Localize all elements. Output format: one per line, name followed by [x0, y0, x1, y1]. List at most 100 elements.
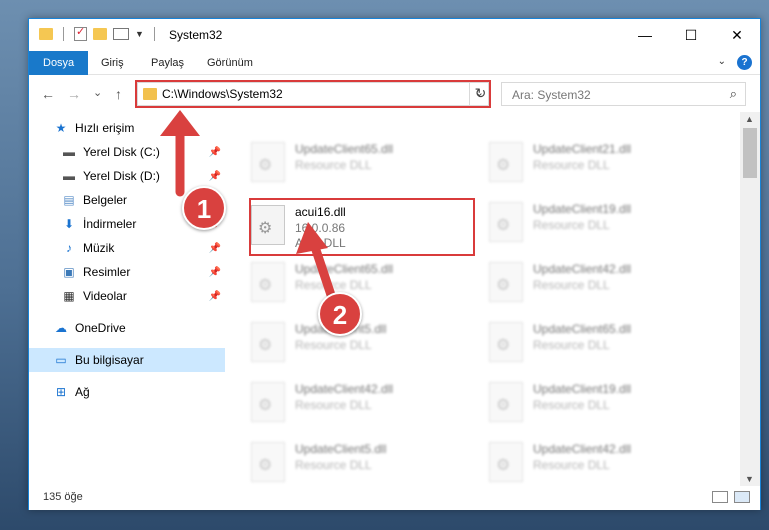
sidebar-item-pictures[interactable]: ▣ Resimler 📌 — [29, 260, 225, 284]
pin-icon[interactable]: 📌 — [209, 147, 221, 158]
explorer-window: ▼ System32 — ☐ ✕ Dosya Giriş Paylaş Görü… — [28, 18, 761, 510]
file-name: UpdateClient42.dll — [533, 262, 632, 276]
ribbon-tabs: Dosya Giriş Paylaş Görünüm ⌄ ? — [29, 51, 760, 75]
sidebar-item-onedrive[interactable]: ☁ OneDrive — [29, 316, 225, 340]
file-tile[interactable]: UpdateClient19.dll Resource DLL — [483, 194, 713, 250]
folder-icon — [39, 28, 53, 40]
sidebar-item-quick-access[interactable]: ★ Hızlı erişim — [29, 116, 225, 140]
file-tile[interactable]: UpdateClient65.dll Resource DLL — [245, 254, 475, 310]
scroll-down-icon[interactable]: ▼ — [745, 474, 754, 484]
file-tile[interactable]: UpdateClient5.dll Resource DLL — [245, 434, 475, 486]
scroll-thumb[interactable] — [743, 128, 757, 178]
dll-file-icon — [251, 322, 285, 362]
new-folder-icon[interactable] — [93, 28, 107, 40]
back-arrow-icon[interactable]: ← — [41, 86, 55, 102]
pin-icon[interactable]: 📌 — [209, 267, 221, 278]
dll-file-icon — [251, 442, 285, 482]
drive-icon: ▬ — [63, 145, 75, 159]
forward-arrow-icon[interactable]: → — [67, 86, 81, 102]
sidebar-item-label: Bu bilgisayar — [75, 353, 144, 367]
sidebar-item-this-pc[interactable]: ▭ Bu bilgisayar — [29, 348, 225, 372]
file-tile[interactable]: UpdateClient42.dll Resource DLL — [483, 434, 713, 486]
quick-access-toolbar: ▼ — [39, 25, 159, 41]
dll-file-icon — [489, 382, 523, 422]
tab-file[interactable]: Dosya — [29, 51, 89, 75]
dll-file-icon — [489, 262, 523, 302]
search-icon[interactable]: ⌕ — [730, 86, 737, 102]
vertical-scrollbar[interactable]: ▲ ▼ — [740, 112, 760, 486]
computer-icon: ▭ — [55, 353, 67, 367]
video-icon: ▦ — [63, 289, 75, 303]
file-name: UpdateClient5.dll — [295, 442, 387, 456]
file-type: Resource DLL — [533, 278, 610, 292]
file-type: Resource DLL — [295, 338, 372, 352]
pin-icon[interactable]: 📌 — [209, 243, 221, 254]
sidebar-item-label: Hızlı erişim — [75, 121, 135, 135]
divider — [63, 27, 64, 41]
dll-file-icon — [251, 382, 285, 422]
window-controls: — ☐ ✕ — [622, 19, 760, 51]
sidebar-item-label: OneDrive — [75, 321, 126, 335]
tab-home[interactable]: Giriş — [89, 51, 136, 75]
title-bar: ▼ System32 — ☐ ✕ — [29, 19, 760, 51]
chevron-down-icon[interactable]: ⌄ — [718, 56, 726, 67]
sidebar-item-disk-d[interactable]: ▬ Yerel Disk (D:) 📌 — [29, 164, 225, 188]
sidebar-item-label: Müzik — [83, 241, 115, 255]
sidebar-item-label: Resimler — [83, 265, 131, 279]
pictures-icon: ▣ — [63, 265, 75, 279]
status-bar: 135 öğe — [29, 486, 760, 510]
help-icon[interactable]: ? — [737, 55, 752, 70]
file-highlight-box — [249, 198, 475, 256]
file-tile[interactable]: UpdateClient19.dll Resource DLL — [483, 374, 713, 430]
recent-locations-icon[interactable]: ⌄ — [93, 86, 102, 99]
details-view-icon[interactable] — [712, 491, 728, 503]
file-tile[interactable]: UpdateClient65.dll Resource DLL — [483, 314, 713, 370]
close-button[interactable]: ✕ — [714, 19, 760, 51]
tiles-view-icon[interactable] — [734, 491, 750, 503]
sidebar-item-videos[interactable]: ▦ Videolar 📌 — [29, 284, 225, 308]
tab-share[interactable]: Paylaş — [139, 51, 196, 75]
dll-file-icon — [251, 142, 285, 182]
file-name: UpdateClient21.dll — [533, 142, 632, 156]
sidebar-item-disk-c[interactable]: ▬ Yerel Disk (C:) 📌 — [29, 140, 225, 164]
minimize-button[interactable]: — — [622, 19, 668, 51]
file-type: Resource DLL — [295, 158, 372, 172]
file-type: Resource DLL — [533, 338, 610, 352]
properties-check-icon[interactable] — [74, 25, 87, 41]
file-tile[interactable]: UpdateClient42.dll Resource DLL — [483, 254, 713, 310]
dll-file-icon — [489, 142, 523, 182]
file-name: UpdateClient19.dll — [533, 382, 632, 396]
file-tile[interactable]: UpdateClient21.dll Resource DLL — [483, 134, 713, 190]
divider — [153, 27, 155, 41]
file-name: UpdateClient42.dll — [295, 382, 394, 396]
address-highlight-box — [135, 80, 491, 108]
sidebar-item-label: Videolar — [83, 289, 127, 303]
search-input[interactable]: Ara: System32 ⌕ — [501, 82, 746, 106]
tab-view[interactable]: Görünüm — [195, 51, 265, 75]
chevron-down-icon[interactable]: ▼ — [135, 29, 144, 39]
file-type: Resource DLL — [533, 158, 610, 172]
step-2-badge: 2 — [318, 292, 362, 336]
file-type: Resource DLL — [295, 398, 372, 412]
file-tile[interactable]: UpdateClient42.dll Resource DLL — [245, 374, 475, 430]
star-icon: ★ — [55, 121, 67, 135]
step-1-badge: 1 — [182, 186, 226, 230]
scroll-up-icon[interactable]: ▲ — [745, 114, 754, 124]
sidebar-item-music[interactable]: ♪ Müzik 📌 — [29, 236, 225, 260]
pin-icon[interactable]: 📌 — [209, 291, 221, 302]
dll-file-icon — [251, 262, 285, 302]
pin-icon[interactable]: 📌 — [209, 171, 221, 182]
sidebar-item-label: İndirmeler — [83, 217, 137, 231]
customize-toolbar-icon[interactable] — [113, 28, 129, 40]
file-tile[interactable]: UpdateClient65.dll Resource DLL — [245, 134, 475, 190]
file-name: UpdateClient65.dll — [295, 142, 394, 156]
sidebar-item-network[interactable]: ⊞ Ağ — [29, 380, 225, 404]
file-type: Resource DLL — [295, 458, 372, 472]
file-list: UpdateClient65.dll Resource DLL acui16.d… — [225, 112, 740, 486]
drive-icon: ▬ — [63, 169, 75, 183]
maximize-button[interactable]: ☐ — [668, 19, 714, 51]
window-title: System32 — [169, 28, 223, 42]
up-arrow-icon[interactable]: ↑ — [115, 86, 122, 102]
dll-file-icon — [489, 202, 523, 242]
network-icon: ⊞ — [55, 385, 67, 399]
